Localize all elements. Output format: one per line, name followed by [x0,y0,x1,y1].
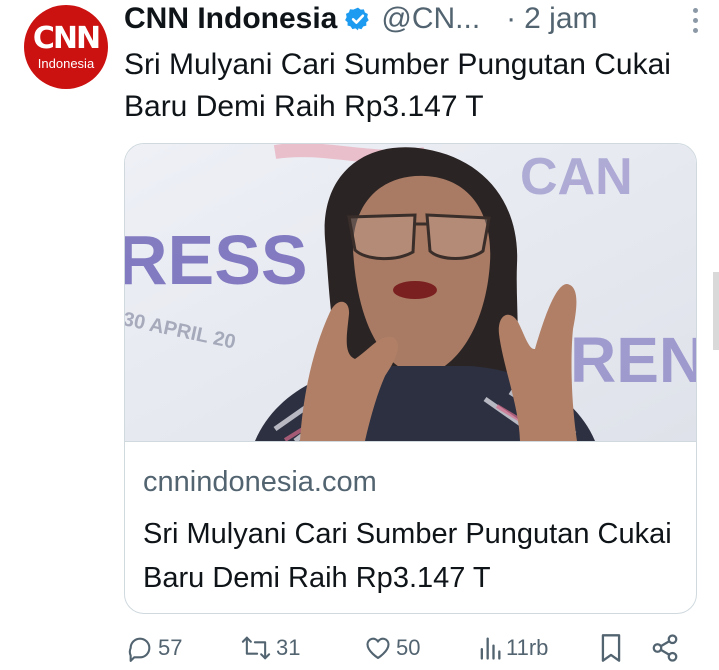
link-card[interactable]: RESS REN CAN 30 APRIL 20 cnnindonesia.co… [124,143,697,614]
timestamp[interactable]: 2 jam [524,2,597,36]
card-domain: cnnindonesia.com [143,466,377,498]
reply-button[interactable]: 57 [126,630,182,666]
like-icon [366,637,390,659]
share-icon [652,634,678,662]
bookmark-button[interactable] [598,630,624,666]
article-photo: RESS REN CAN 30 APRIL 20 [125,144,696,441]
backdrop-text-left: RESS [125,221,308,299]
backdrop-text-right: REN [570,324,696,396]
backdrop-text-top: CAN [520,148,633,206]
tweet-header: CNN Indonesia @CN... · 2 jam [124,0,709,38]
action-bar: 57 31 50 11rb [126,630,696,666]
view-count: 11rb [506,635,549,660]
avatar-logo-subtext: Indonesia [37,55,95,71]
repost-icon [241,636,271,660]
share-button[interactable] [650,630,680,666]
tweet-text: Sri Mulyani Cari Sumber Pungutan Cukai B… [124,48,671,123]
avatar[interactable]: CNN Indonesia [24,5,108,89]
author-name[interactable]: CNN Indonesia [124,2,337,36]
views-icon [480,637,501,660]
repost-count: 31 [276,635,301,660]
separator-dot: · [506,2,517,35]
avatar-logo-text: CNN [32,20,101,56]
card-title: Sri Mulyani Cari Sumber Pungutan Cukai B… [143,518,672,594]
like-button[interactable]: 50 [364,630,420,666]
bookmark-icon [601,634,621,662]
reply-icon [128,637,151,662]
more-icon[interactable] [693,8,699,33]
author-handle[interactable]: @CN... [381,2,480,36]
verified-badge-icon [345,7,370,31]
card-divider [125,441,696,442]
repost-button[interactable]: 31 [240,630,300,666]
views-button[interactable]: 11rb [478,630,548,666]
reply-count: 57 [158,635,183,660]
like-count: 50 [396,635,421,660]
scrollbar[interactable] [713,272,719,350]
